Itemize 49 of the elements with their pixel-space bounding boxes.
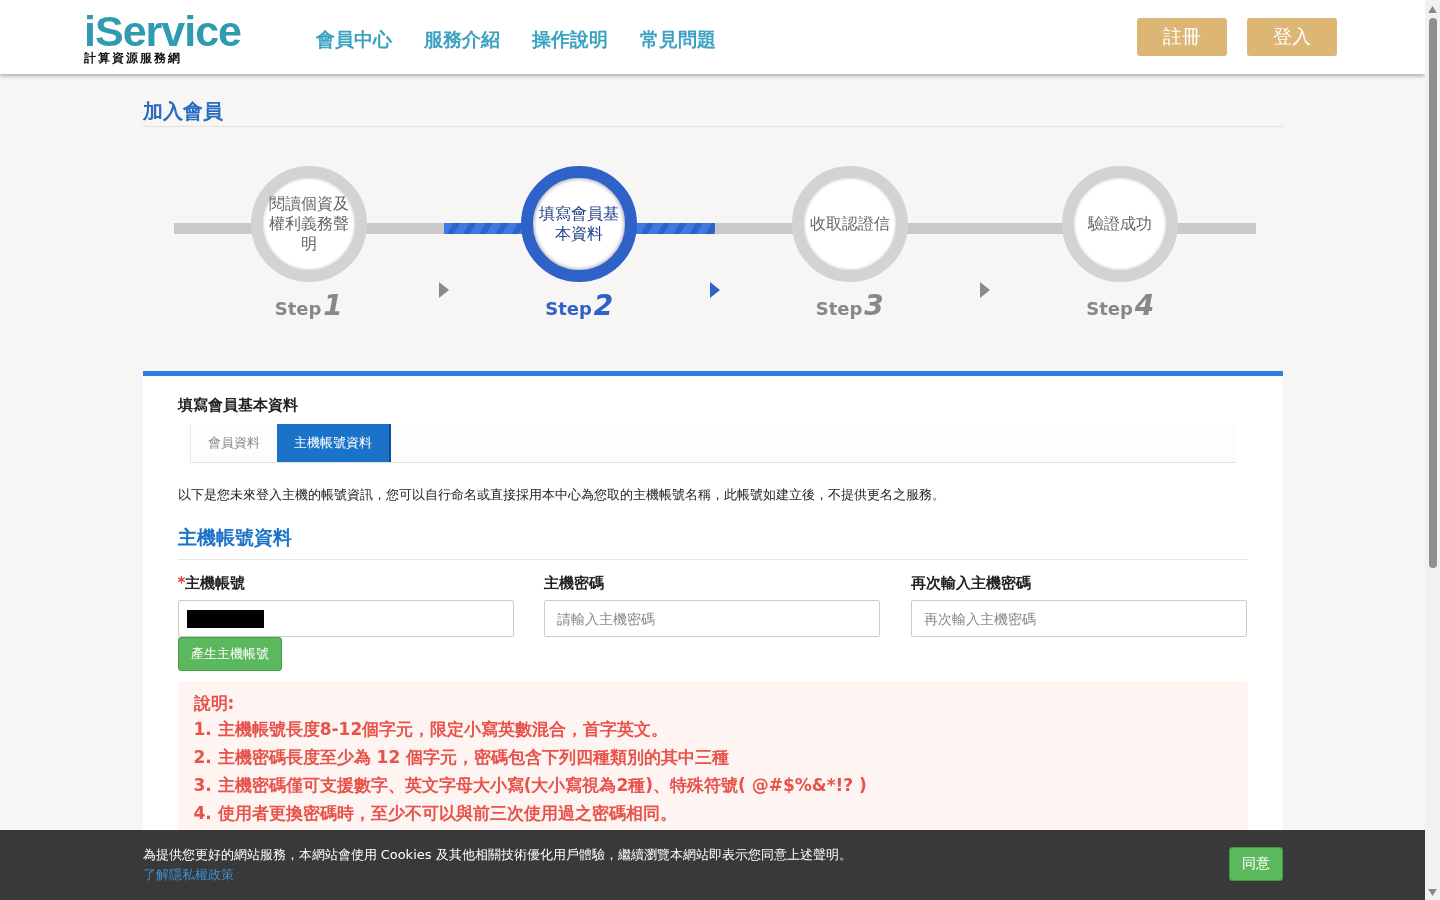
form-title: 填寫會員基本資料 xyxy=(177,395,299,416)
step-label: 填寫會員基本資料 xyxy=(538,204,621,244)
arrow-right-icon xyxy=(709,282,720,298)
field-label: 再次輸入主機密碼 xyxy=(910,574,1031,592)
input-field[interactable] xyxy=(177,600,514,637)
step-label: 閱讀個資及權利義務聲明 xyxy=(267,194,350,254)
input-field[interactable]: 再次輸入主機密碼 xyxy=(910,600,1247,637)
agree-button[interactable]: 同意 xyxy=(1228,847,1283,881)
tab[interactable]: 會員資料 xyxy=(190,424,277,462)
step-word: Step xyxy=(545,298,592,319)
step-number: 2 xyxy=(593,289,614,322)
input-field[interactable]: 請輸入主機密碼 xyxy=(544,600,880,637)
nav-link[interactable]: 常見問題 xyxy=(640,27,716,53)
step-word: Step xyxy=(1086,298,1133,319)
arrow-right-icon xyxy=(439,282,449,298)
notes-title: 說明: xyxy=(193,692,236,715)
generate-button[interactable]: 產生主機帳號 xyxy=(177,637,282,671)
section-title: 主機帳號資料 xyxy=(177,523,1248,560)
header-button[interactable]: 登入 xyxy=(1247,18,1337,56)
logo-subtitle: 計算資源服務網 xyxy=(84,51,183,65)
note-item: 1. 主機帳號長度8-12個字元，限定小寫英數混合，首字英文。 xyxy=(193,718,670,741)
nav-link[interactable]: 操作說明 xyxy=(532,27,608,53)
scrollbar[interactable] xyxy=(1425,0,1440,900)
tab[interactable]: 主機帳號資料 xyxy=(276,424,391,462)
step-word: Step xyxy=(815,298,863,319)
arrow-right-icon xyxy=(980,282,990,298)
logo-wordmark[interactable]: iService xyxy=(84,11,256,51)
step-number: 3 xyxy=(864,289,884,322)
step-number: 1 xyxy=(323,289,343,322)
field-label: 主機帳號 xyxy=(185,574,246,592)
header-button[interactable]: 註冊 xyxy=(1137,18,1227,56)
scroll-thumb[interactable] xyxy=(1428,18,1437,568)
note-item: 4. 使用者更換密碼時，至少不可以與前三次使用過之密碼相同。 xyxy=(193,802,678,825)
note-item: 3. 主機密碼僅可支援數字、英文字母大小寫(大小寫視為2種)、特殊符號( @#$%&*!? ) xyxy=(193,774,868,797)
nav-link[interactable]: 會員中心 xyxy=(316,27,392,53)
note-item: 2. 主機密碼長度至少為 12 個字元，密碼包含下列四種類別的其中三種 xyxy=(193,746,731,769)
required-mark: * xyxy=(177,574,186,592)
cookie-message: 為提供您更好的網站服務，本網站會使用 Cookies 及其他相關技術優化用戶體驗，繼續瀏覽本網站即表示您同意上述聲明。 xyxy=(142,846,852,864)
page-title: 加入會員 xyxy=(142,98,1283,127)
scroll-up-icon[interactable] xyxy=(1428,6,1437,13)
privacy-link[interactable]: 了解隱私權政策 xyxy=(142,865,234,885)
step-label: 驗證成功 xyxy=(1087,214,1154,234)
step-label: 收取認證信 xyxy=(808,214,891,234)
intro-text: 以下是您未來登入主機的帳號資訊，您可以自行命名或直接採用本中心為您取的主機帳號名稱，此帳號如建立後，不提供更名之服務。 xyxy=(177,486,946,504)
field-label: 主機密碼 xyxy=(544,574,604,592)
step-number: 4 xyxy=(1134,289,1155,322)
scroll-down-icon[interactable] xyxy=(1428,889,1437,896)
nav-link[interactable]: 服務介紹 xyxy=(424,27,500,53)
step-word: Step xyxy=(274,298,322,319)
